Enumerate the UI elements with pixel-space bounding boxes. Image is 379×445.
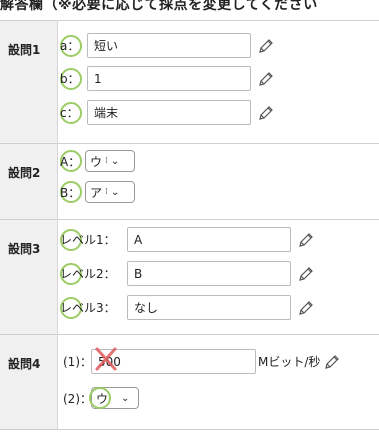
q3-prefix-1: レベル1： (60, 233, 116, 247)
q3-prefix-3: レベル3： (60, 301, 116, 315)
pencil-icon[interactable] (297, 231, 315, 249)
red-x-mark (95, 347, 117, 371)
pencil-icon[interactable] (257, 104, 275, 122)
answers-table: 設問1 a： 短い b： 1 c： 端末 設問2 A： ウ ⁞ ⌄ B： ア ⁞… (0, 20, 379, 430)
question-row-4: 設問4 (1)： 500 Mビット/秒 (2)： ウ (0, 334, 379, 430)
q2-select-b-value: ア (90, 185, 103, 200)
pencil-icon[interactable] (257, 70, 275, 88)
pencil-icon[interactable] (297, 265, 315, 283)
q1-input-c[interactable]: 端末 (87, 100, 251, 125)
q3-input-1[interactable]: A (127, 227, 291, 252)
question-label-4: 設問4 (0, 334, 58, 430)
question-row-2: 設問2 A： ウ ⁞ ⌄ B： ア ⁞ ⌄ (0, 143, 379, 220)
q1-prefix-c: c： (60, 106, 79, 120)
q1-row-c: c： 端末 (60, 100, 275, 125)
q1-row-a: a： 短い (60, 33, 275, 58)
q4-row-2: (2)： ウ ⌄ (63, 387, 139, 409)
chevron-down-icon: ⌄ (110, 186, 120, 198)
answer-section-title: 解答欄（※必要に応じて採点を変更してください (0, 0, 318, 13)
question-label-3: 設問3 (0, 219, 58, 335)
chevron-down-icon: ⌄ (121, 392, 130, 404)
q4-row-1: (1)： 500 Mビット/秒 (63, 347, 341, 374)
q3-input-2[interactable]: B (127, 261, 291, 286)
q1-prefix-a: a： (60, 39, 80, 53)
q2-select-a-value: ウ (90, 154, 103, 169)
chevron-down-icon: ⌄ (110, 155, 120, 167)
q4-prefix-1: (1)： (63, 355, 92, 369)
q3-prefix-2: レベル2： (60, 267, 116, 281)
correct-circle-mark (89, 387, 111, 409)
q1-prefix-b: b： (60, 72, 80, 86)
q2-row-b: B： ア ⁞ ⌄ (60, 181, 135, 203)
q3-input-3[interactable]: なし (127, 295, 291, 320)
q3-row-3: レベル3： なし (60, 295, 315, 320)
q3-row-2: レベル2： B (60, 261, 315, 286)
question-label-2: 設問2 (0, 143, 58, 220)
question-row-3: 設問3 レベル1： A レベル2： B レベル3： なし (0, 219, 379, 335)
pencil-icon[interactable] (257, 37, 275, 55)
q2-row-a: A： ウ ⁞ ⌄ (60, 150, 135, 172)
q1-row-b: b： 1 (60, 66, 275, 91)
pencil-icon[interactable] (323, 353, 341, 371)
q4-unit: Mビット/秒 (258, 355, 321, 369)
q2-select-b[interactable]: ア ⁞ ⌄ (85, 181, 135, 203)
q2-prefix-a: A： (60, 154, 81, 169)
q4-prefix-2: (2)： (63, 391, 92, 406)
q1-input-b[interactable]: 1 (87, 66, 251, 91)
q3-row-1: レベル1： A (60, 227, 315, 252)
q2-select-a[interactable]: ウ ⁞ ⌄ (85, 150, 135, 172)
question-label-1: 設問1 (0, 20, 58, 144)
question-row-1: 設問1 a： 短い b： 1 c： 端末 (0, 20, 379, 144)
q2-prefix-b: B： (60, 185, 81, 200)
pencil-icon[interactable] (297, 299, 315, 317)
q1-input-a[interactable]: 短い (87, 33, 251, 58)
